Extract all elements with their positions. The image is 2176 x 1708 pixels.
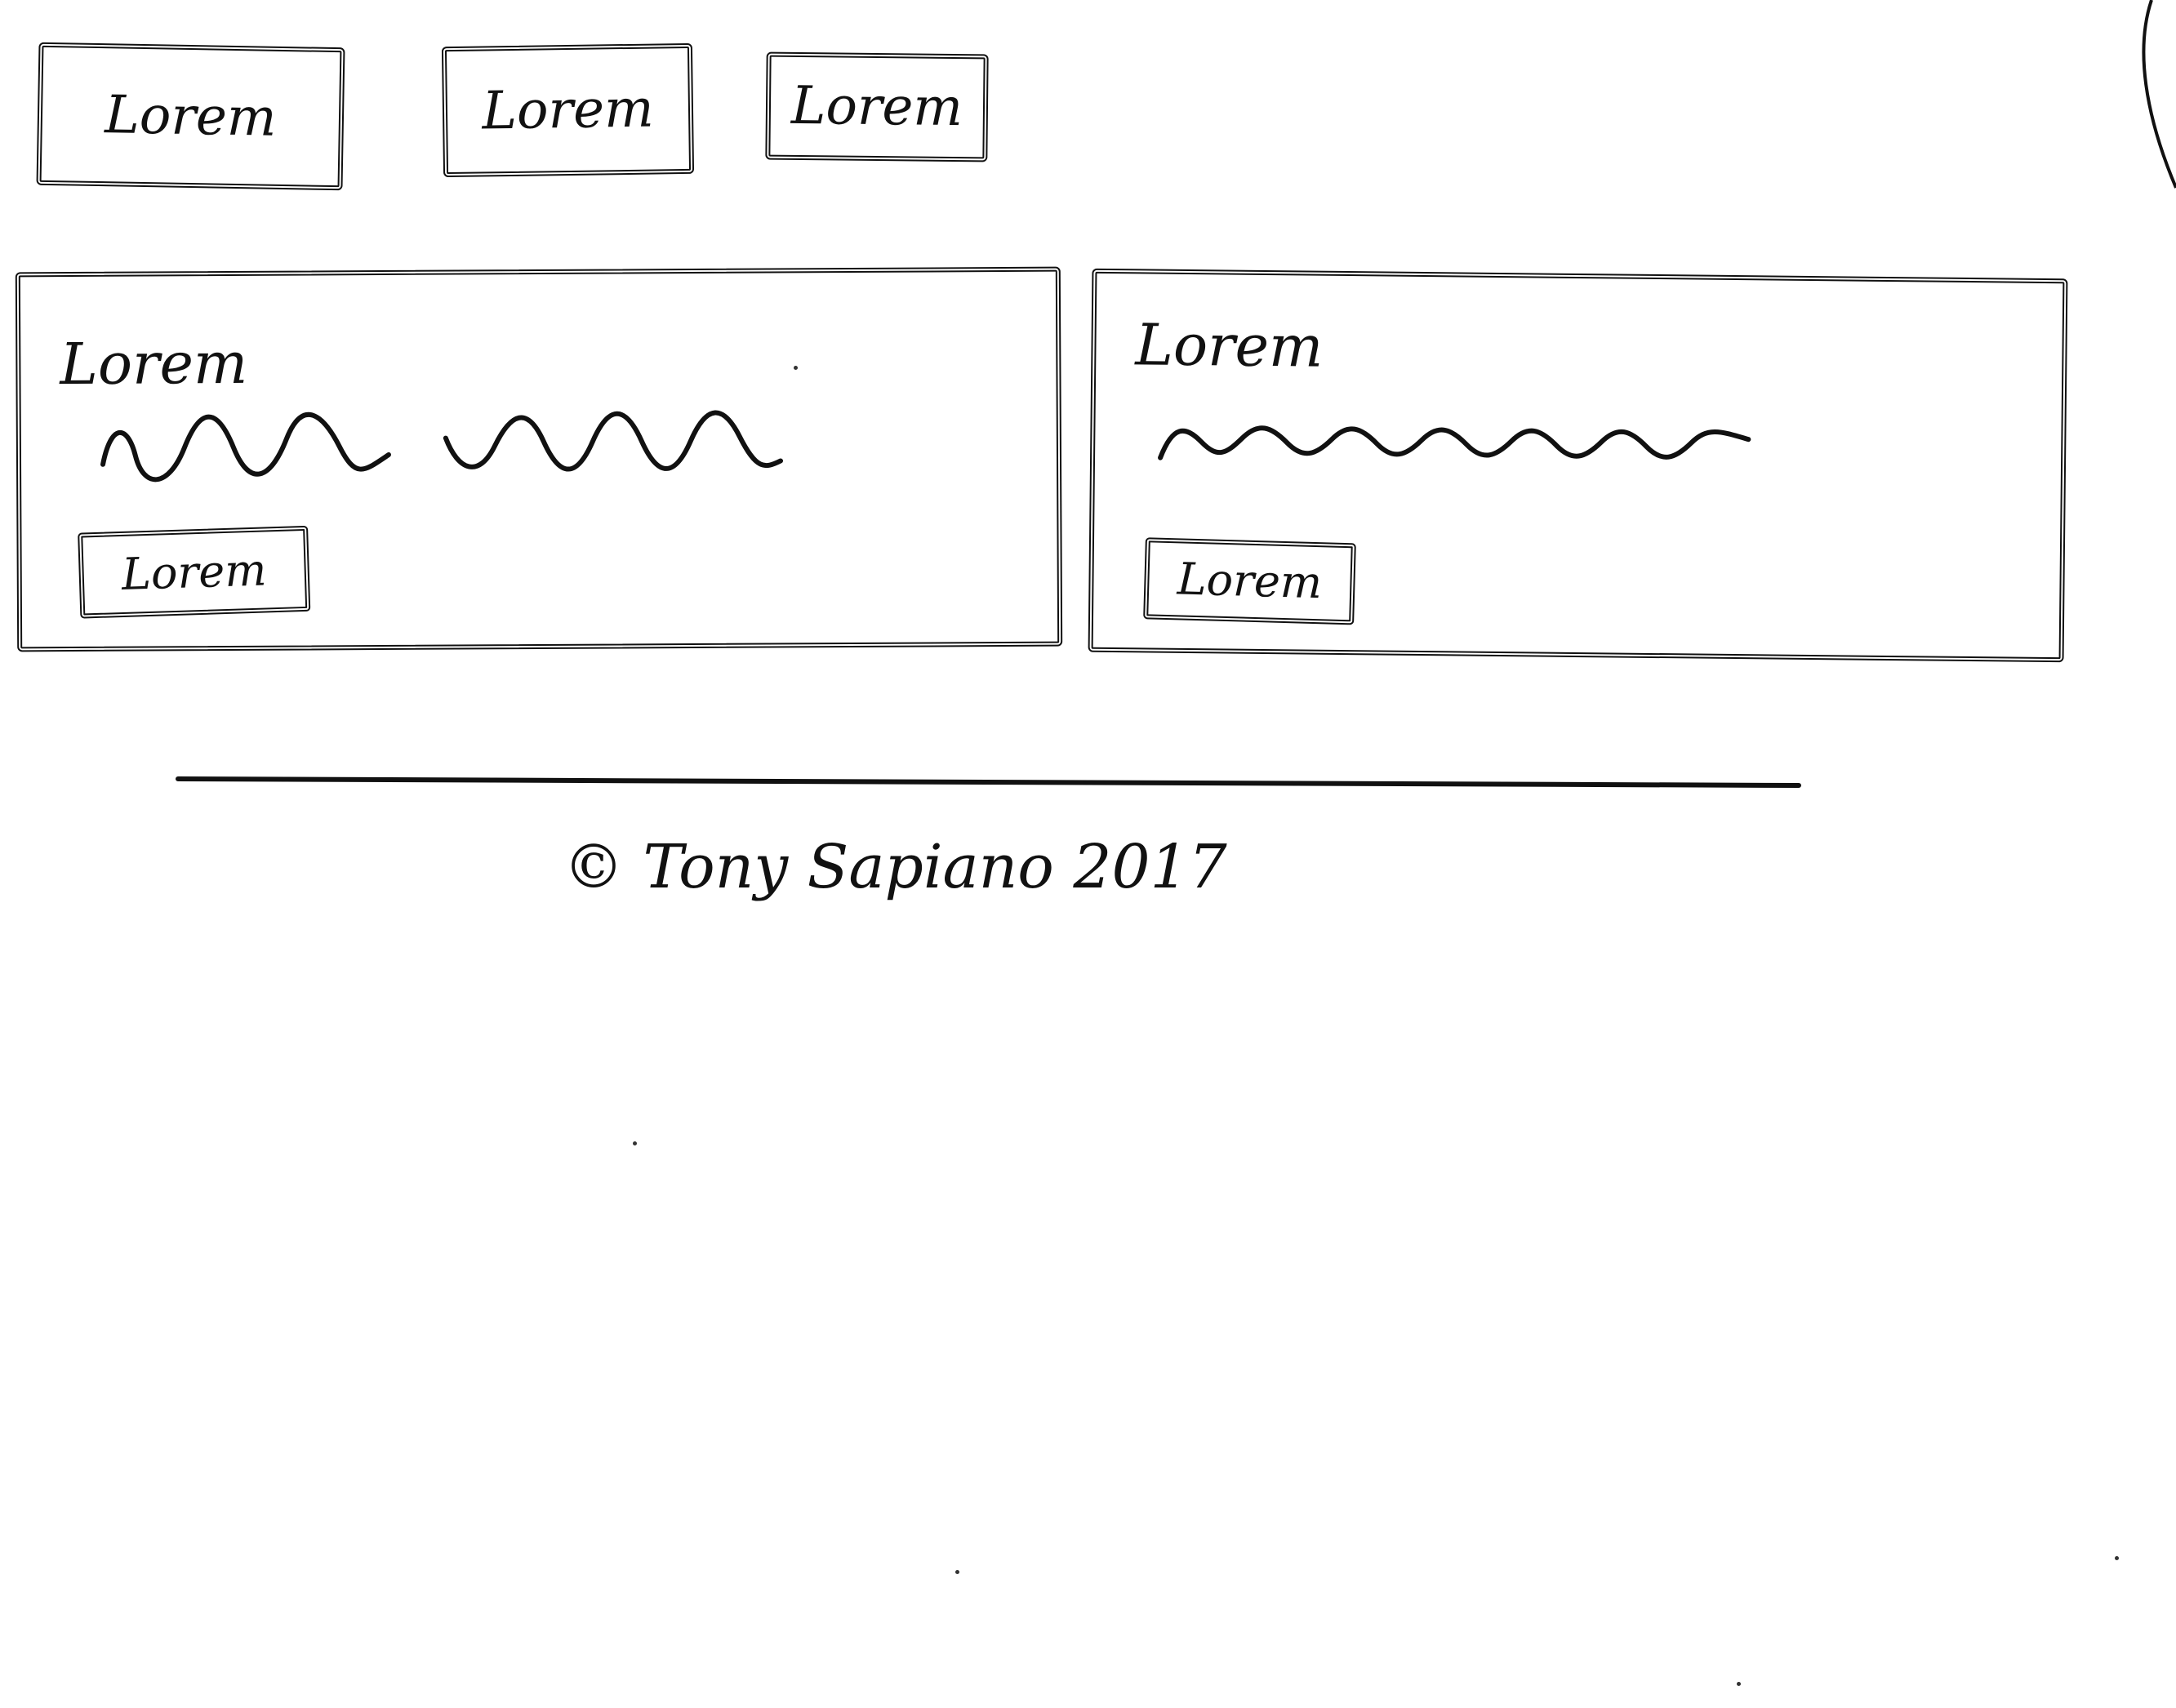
nav-button-2[interactable]: Lorem xyxy=(441,42,695,178)
footer-copyright: © Tony Sapiano 2017 xyxy=(563,832,1227,902)
card-1-title: Lorem xyxy=(60,329,248,398)
scan-speck xyxy=(794,366,798,370)
card-1-button[interactable]: Lorem xyxy=(78,525,311,619)
nav-button-2-label: Lorem xyxy=(481,78,655,142)
nav-button-3[interactable]: Lorem xyxy=(765,51,989,162)
nav-button-3-label: Lorem xyxy=(790,75,963,139)
page-edge-arc xyxy=(2142,0,2176,189)
card-2-text-placeholder xyxy=(1158,425,1751,460)
content-card-1: Lorem Lorem xyxy=(15,266,1063,652)
card-1-text-placeholder xyxy=(100,410,784,483)
content-card-2: Lorem Lorem xyxy=(1088,268,2068,663)
card-2-title: Lorem xyxy=(1135,311,1324,380)
footer-divider xyxy=(176,776,1801,788)
nav-button-1-label: Lorem xyxy=(104,84,278,149)
card-2-button-label: Lorem xyxy=(1176,553,1324,609)
card-2-button[interactable]: Lorem xyxy=(1143,537,1356,625)
scan-speck xyxy=(2115,1556,2119,1560)
scan-speck xyxy=(955,1570,959,1574)
card-1-button-label: Lorem xyxy=(121,543,268,600)
scan-speck xyxy=(1737,1682,1741,1686)
nav-button-1[interactable]: Lorem xyxy=(36,42,345,191)
scan-speck xyxy=(633,1141,637,1145)
